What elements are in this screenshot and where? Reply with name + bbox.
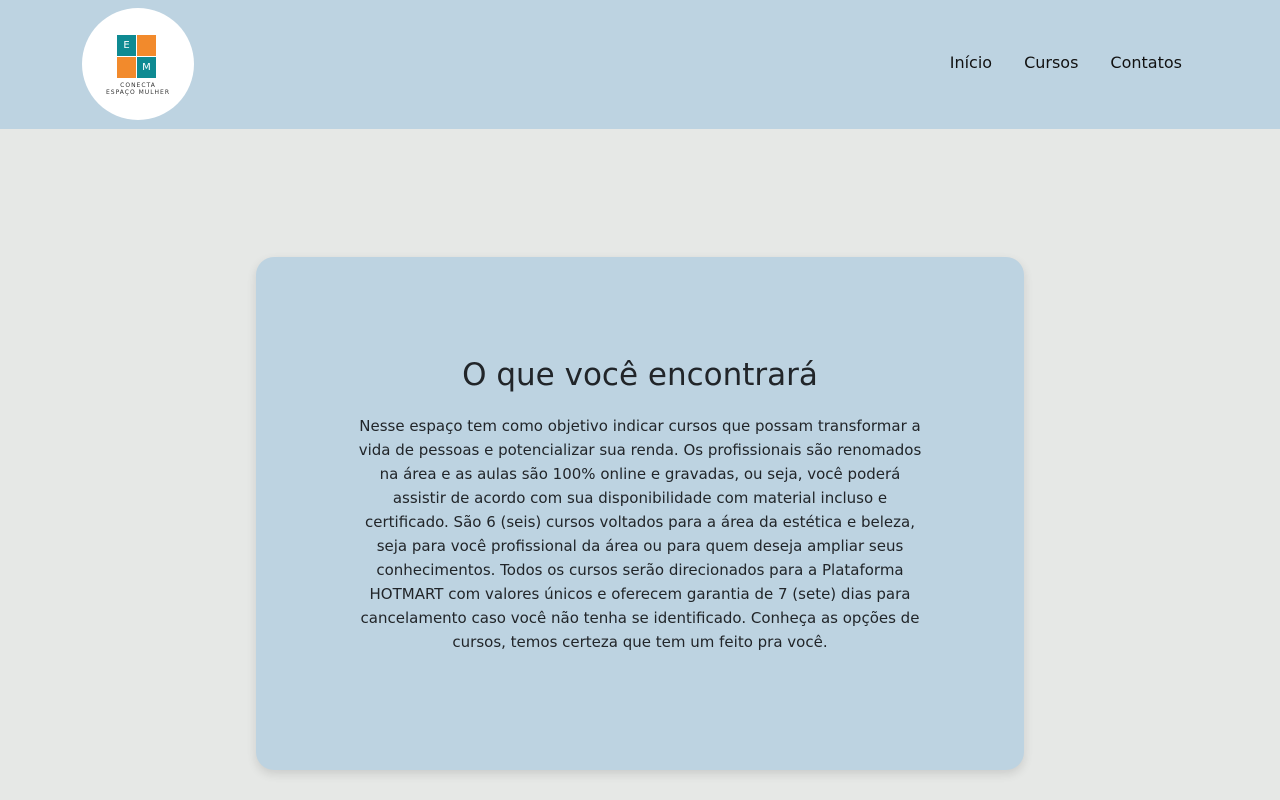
logo-mark: E M (117, 35, 156, 78)
logo-square-orange (117, 57, 136, 78)
nav-link-contatos[interactable]: Contatos (1110, 53, 1182, 73)
logo[interactable]: E M CONECTA ESPAÇO MULHER (82, 8, 194, 120)
logo-text: CONECTA ESPAÇO MULHER (82, 82, 194, 96)
logo-text-line2: ESPAÇO MULHER (105, 89, 171, 96)
main-nav: Início Cursos Contatos (950, 53, 1182, 73)
nav-link-cursos[interactable]: Cursos (1024, 53, 1078, 73)
info-card: O que você encontrará Nesse espaço tem c… (256, 257, 1024, 770)
logo-letter-m: M (137, 57, 156, 78)
nav-link-inicio[interactable]: Início (950, 53, 992, 73)
logo-square-orange (137, 35, 156, 56)
logo-text-line1: CONECTA (120, 82, 156, 89)
site-header: E M CONECTA ESPAÇO MULHER Início Cursos … (0, 0, 1280, 129)
card-body: Nesse espaço tem como objetivo indicar c… (358, 417, 922, 651)
card-title: O que você encontrará (462, 357, 818, 393)
logo-letter-e: E (117, 35, 136, 56)
